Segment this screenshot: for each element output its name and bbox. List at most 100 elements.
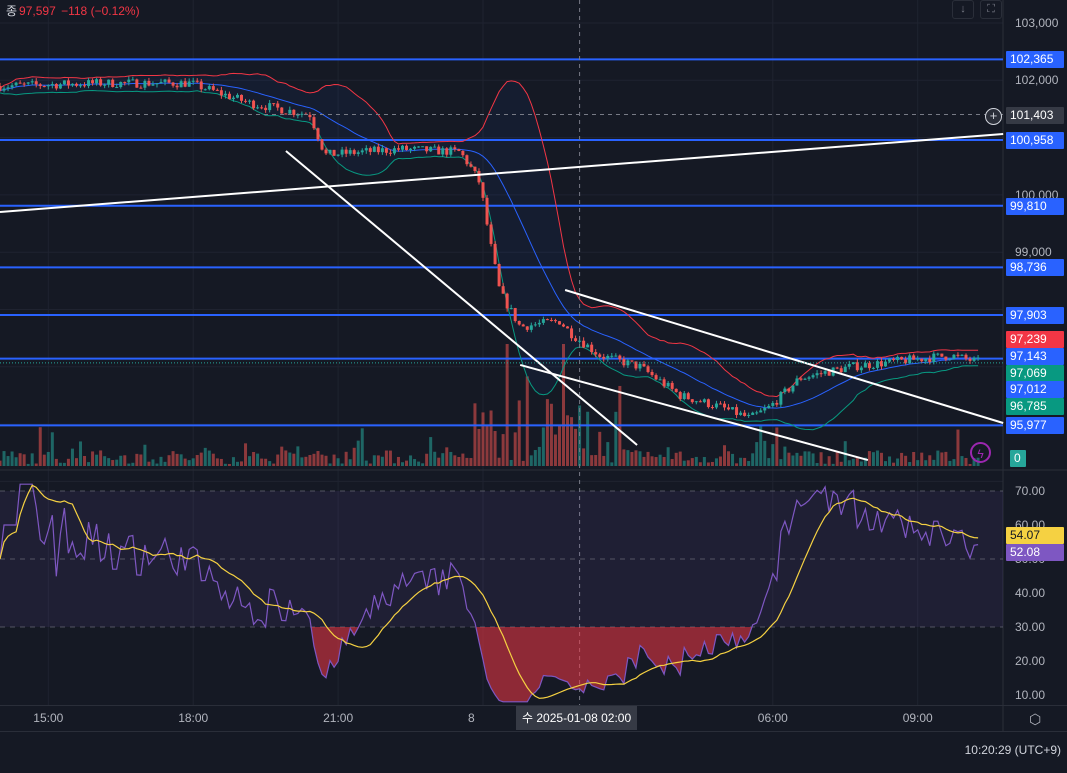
candle-body: [38, 84, 42, 87]
volume-bar: [119, 455, 123, 466]
volume-bar: [372, 455, 376, 466]
candle-body: [662, 379, 666, 387]
volume-bar: [936, 450, 940, 466]
chart-canvas[interactable]: [0, 0, 1067, 773]
rsi-tick: 40.00: [1015, 586, 1046, 600]
volume-bar: [884, 461, 887, 466]
volume-bar: [489, 410, 493, 466]
candle-body: [936, 353, 940, 355]
volume-bar: [610, 462, 614, 466]
candle-body: [803, 378, 807, 380]
volume-bar: [87, 462, 91, 466]
candle-body: [545, 319, 549, 321]
candle-body: [533, 324, 537, 326]
candle-body: [50, 84, 54, 86]
volume-bar: [666, 447, 670, 466]
candle-body: [666, 382, 670, 387]
add-alert-plus-icon[interactable]: +: [985, 108, 1002, 125]
lightning-icon[interactable]: ϟ: [970, 442, 991, 463]
candle-body: [195, 80, 199, 82]
candle-body: [630, 360, 634, 362]
volume-bar: [252, 451, 256, 466]
volume-bar: [388, 450, 392, 466]
volume-bar: [292, 453, 296, 466]
candle-body: [610, 355, 614, 357]
settings-icon[interactable]: ⬡: [1029, 711, 1041, 728]
candle-body: [819, 373, 823, 375]
candle-body: [650, 371, 654, 376]
volume-bar: [694, 456, 698, 466]
candle-body: [203, 89, 207, 91]
volume-bar: [968, 463, 972, 466]
candle-body: [445, 148, 449, 155]
candle-body: [179, 81, 183, 88]
candle-body: [815, 373, 819, 376]
volume-bar: [195, 455, 199, 466]
volume-bar: [344, 451, 348, 466]
volume-bar: [240, 461, 243, 466]
candle-body: [107, 79, 111, 85]
volume-bar: [95, 454, 99, 466]
candle-body: [175, 85, 179, 88]
volume-bar: [598, 431, 602, 466]
volume-bar: [682, 460, 686, 466]
volume-bar: [755, 442, 759, 466]
candle-body: [312, 117, 316, 129]
volume-bar: [787, 452, 791, 466]
candle-body: [892, 358, 896, 360]
volume-bar: [437, 457, 441, 466]
candle-body: [372, 146, 376, 152]
candle-body: [26, 82, 30, 84]
candle-body: [231, 97, 235, 100]
candle-body: [908, 355, 912, 364]
candle-body: [332, 149, 336, 156]
legend-prefix: 종: [6, 4, 18, 18]
volume-bar: [698, 462, 702, 466]
volume-bar: [22, 454, 26, 466]
candle-body: [10, 85, 14, 88]
candle-body: [747, 414, 751, 416]
candle-body: [421, 146, 425, 148]
volume-bar: [920, 452, 924, 466]
volume-bar: [956, 429, 960, 466]
candle-body: [799, 378, 803, 380]
candle-body: [900, 356, 904, 360]
price-level-label: 97,069: [1006, 364, 1064, 382]
candle-body: [368, 148, 372, 152]
candle-body: [6, 87, 10, 89]
volume-bar: [505, 344, 509, 466]
volume-bar: [497, 457, 501, 466]
volume-bar: [433, 451, 437, 466]
crosshair-price-label: 101,403: [1006, 107, 1064, 124]
volume-bar: [690, 458, 694, 466]
candle-body: [557, 321, 561, 325]
candle-body: [646, 366, 650, 372]
candle-body: [642, 363, 646, 367]
candle-body: [449, 147, 453, 155]
volume-bar: [396, 456, 400, 466]
arrow-down-icon[interactable]: ↓: [952, 0, 974, 19]
price-level-label: 102,365: [1006, 51, 1064, 69]
volume-bar: [183, 458, 187, 466]
candle-body: [276, 103, 280, 108]
candle-body: [413, 146, 417, 149]
volume-bar: [356, 440, 360, 466]
candle-body: [215, 89, 219, 91]
volume-bar: [908, 462, 912, 466]
price-level-label: 97,239: [1006, 331, 1064, 349]
fullscreen-icon[interactable]: ⛶: [980, 0, 1002, 19]
candle-body: [280, 107, 284, 114]
volume-bar: [235, 461, 239, 466]
volume-bar: [99, 450, 103, 466]
volume-bar: [574, 428, 578, 466]
volume-bar: [103, 456, 107, 466]
candle-body: [240, 94, 243, 101]
candle-body: [223, 93, 227, 96]
candle-body: [324, 149, 328, 154]
candle-body: [553, 320, 557, 322]
volume-bar: [332, 454, 336, 466]
candle-body: [952, 354, 956, 359]
volume-bar: [413, 459, 417, 466]
candle-body: [678, 392, 682, 399]
volume-bar: [839, 461, 843, 466]
